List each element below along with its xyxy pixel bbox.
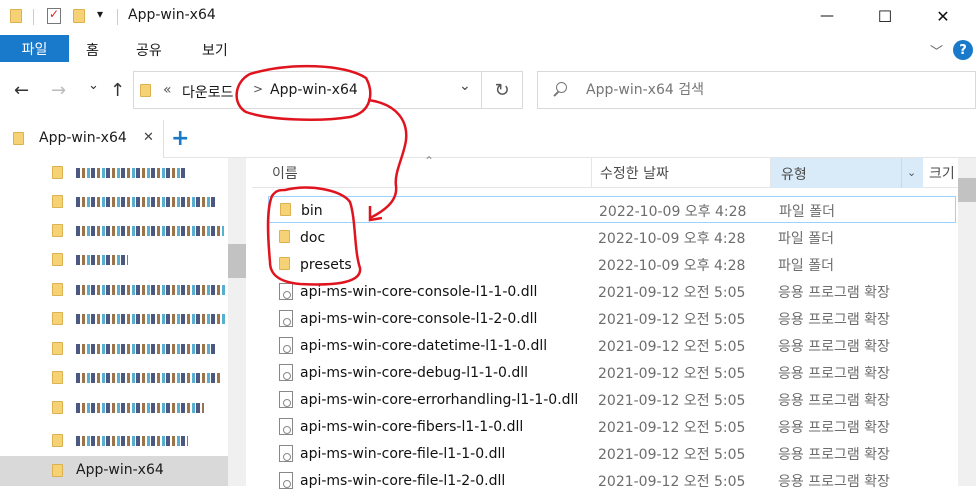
annotation-circle-breadcrumb <box>235 64 372 121</box>
red-annotation-overlay <box>235 64 408 286</box>
annotation-arrow <box>367 98 408 220</box>
annotation-circle-folders <box>266 186 362 286</box>
